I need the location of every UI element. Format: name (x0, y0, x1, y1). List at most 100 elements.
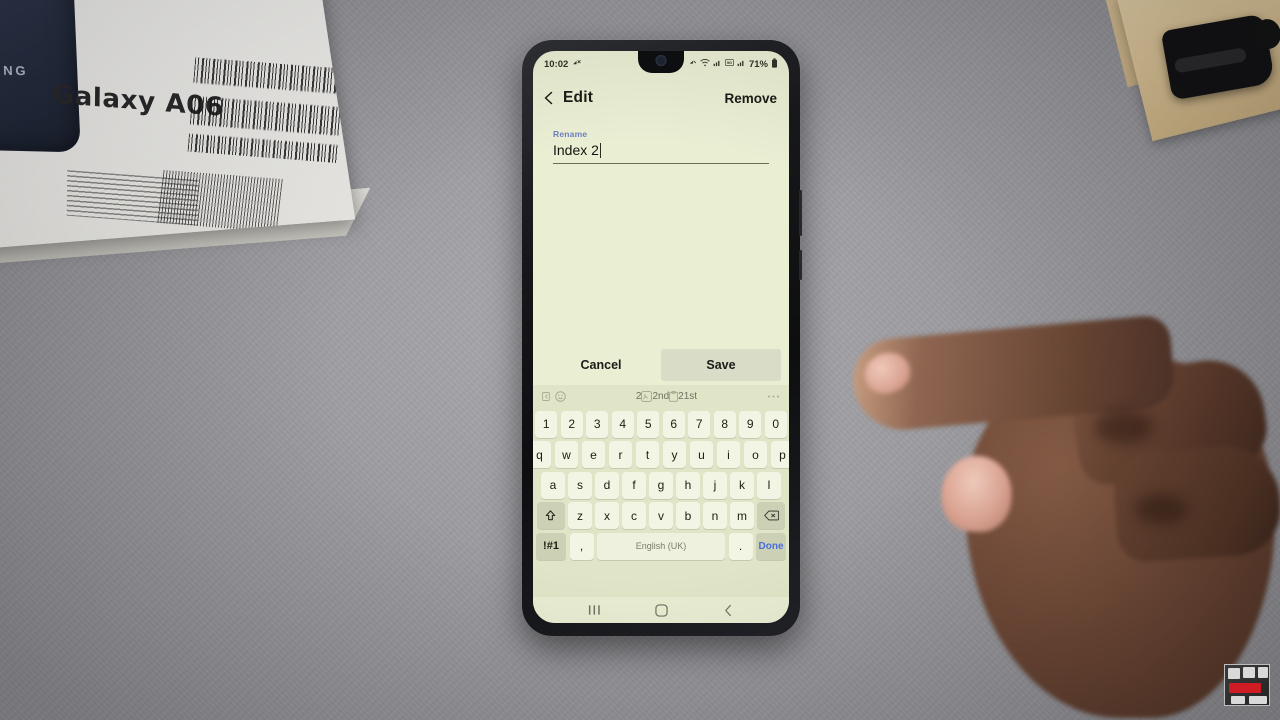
key-d[interactable]: d (595, 471, 619, 499)
key-y[interactable]: y (662, 441, 687, 468)
battery-icon (771, 57, 778, 71)
watermark-key-4 (1231, 696, 1245, 704)
emoji-icon[interactable] (555, 390, 566, 402)
battery-percent-label: 71% (748, 58, 768, 70)
key-4[interactable]: 4 (611, 410, 634, 438)
symbols-key[interactable]: !#1 (536, 532, 566, 560)
key-m[interactable]: m (730, 502, 754, 529)
done-key[interactable]: Done (756, 532, 786, 560)
dialog-action-row: Cancel Save (533, 349, 789, 385)
clipboard-icon[interactable] (669, 390, 679, 402)
key-1[interactable]: 1 (535, 410, 558, 438)
watermark-key-3 (1258, 667, 1268, 678)
key-w[interactable]: w (554, 441, 579, 468)
key-s[interactable]: s (568, 471, 592, 499)
call-mute-icon (572, 58, 582, 70)
app-bar-left: Edit (541, 89, 593, 107)
keyboard-row-zxcv: z x c v b n m (533, 502, 789, 529)
status-time: 10:02 (544, 58, 569, 70)
key-f[interactable]: f (622, 471, 646, 499)
keyboard-row-bottom: !#1 , English (UK) . Done (533, 532, 789, 560)
wifi-icon (700, 58, 710, 70)
key-0[interactable]: 0 (764, 410, 787, 438)
suggestion-item-2[interactable]: 2nd (652, 391, 669, 402)
app-bar: Edit Remove (533, 77, 789, 119)
rename-input-value: Index 2 (553, 142, 599, 158)
status-bar-left: 10:02 (544, 58, 582, 70)
key-b[interactable]: b (676, 502, 700, 529)
key-a[interactable]: a (541, 471, 565, 499)
key-u[interactable]: u (689, 441, 714, 468)
key-2[interactable]: 2 (560, 410, 583, 438)
key-8[interactable]: 8 (713, 410, 736, 438)
key-z[interactable]: z (568, 502, 592, 529)
key-6[interactable]: 6 (662, 410, 685, 438)
keyboard-row-numbers: 1 2 3 4 5 6 7 8 9 0 (533, 410, 789, 438)
watermark-red-key (1229, 683, 1261, 693)
comma-key[interactable]: , (569, 532, 594, 560)
key-i[interactable]: i (716, 441, 741, 468)
recents-icon[interactable] (588, 604, 601, 616)
key-r[interactable]: r (608, 441, 633, 468)
save-button[interactable]: Save (661, 349, 781, 381)
phone-screen: 10:02 5G 71% Edit Remove Rename Index 2 … (533, 51, 789, 623)
key-k[interactable]: k (730, 471, 754, 499)
key-o[interactable]: o (743, 441, 768, 468)
key-x[interactable]: x (595, 502, 619, 529)
box-barcode-block (187, 57, 347, 164)
shift-arrow-icon[interactable] (536, 502, 565, 529)
key-t[interactable]: t (635, 441, 660, 468)
samsung-brand-label: SAMSUNG (0, 61, 29, 79)
camera-notch (638, 51, 684, 73)
key-5[interactable]: 5 (637, 410, 660, 438)
key-n[interactable]: n (703, 502, 727, 529)
key-7[interactable]: 7 (688, 410, 711, 438)
keyboard-expand-icon[interactable] (542, 391, 553, 401)
status-bar-right: 5G 71% (688, 57, 778, 71)
key-h[interactable]: h (676, 471, 700, 499)
remove-button[interactable]: Remove (724, 91, 777, 106)
svg-text:5G: 5G (727, 61, 732, 65)
key-l[interactable]: l (757, 471, 781, 499)
box-front-face: SAMSUNG Galaxy A06 (0, 0, 356, 251)
home-icon[interactable] (655, 603, 669, 617)
key-q[interactable]: q (533, 441, 552, 468)
on-screen-keyboard: 2 2nd 21st 1 2 3 4 5 6 7 8 9 0 q w e r t… (533, 385, 789, 597)
more-options-icon[interactable] (767, 394, 780, 399)
watermark-key-2 (1243, 667, 1255, 678)
cancel-button[interactable]: Cancel (541, 349, 661, 381)
backspace-icon[interactable] (757, 502, 786, 529)
text-caret (599, 142, 602, 158)
key-e[interactable]: e (581, 441, 606, 468)
key-v[interactable]: v (649, 502, 673, 529)
phone-device: 10:02 5G 71% Edit Remove Rename Index 2 … (522, 40, 802, 636)
keyboard-row-qwerty: q w e r t y u i o p (533, 441, 789, 468)
key-j[interactable]: j (703, 471, 727, 499)
chevron-left-icon[interactable] (541, 90, 557, 106)
key-3[interactable]: 3 (586, 410, 609, 438)
sticker-icon[interactable] (641, 390, 653, 402)
key-p[interactable]: p (770, 441, 789, 468)
sim-icon: 5G (725, 58, 734, 70)
back-icon[interactable] (723, 604, 734, 617)
signal-bars-2-icon (737, 58, 746, 70)
key-c[interactable]: c (622, 502, 646, 529)
key-g[interactable]: g (649, 471, 673, 499)
signal-bars-icon (713, 58, 722, 70)
suggestion-bar: 2 2nd 21st (533, 385, 789, 407)
suggestion-item-3[interactable]: 21st (678, 391, 697, 402)
logo-watermark (1224, 664, 1270, 706)
space-key[interactable]: English (UK) (597, 532, 725, 560)
watermark-key-1 (1228, 668, 1240, 679)
period-key[interactable]: . (728, 532, 753, 560)
front-camera-icon (655, 55, 667, 66)
rename-field-label: Rename (553, 129, 588, 139)
page-title: Edit (563, 89, 594, 106)
rename-field-area: Rename Index 2 (533, 119, 789, 164)
rename-input[interactable]: Index 2 (553, 142, 769, 164)
key-9[interactable]: 9 (739, 410, 762, 438)
share-icon (688, 58, 697, 70)
keyboard-row-asdf: a s d f g h j k l (533, 471, 789, 499)
watermark-key-5 (1249, 696, 1267, 704)
